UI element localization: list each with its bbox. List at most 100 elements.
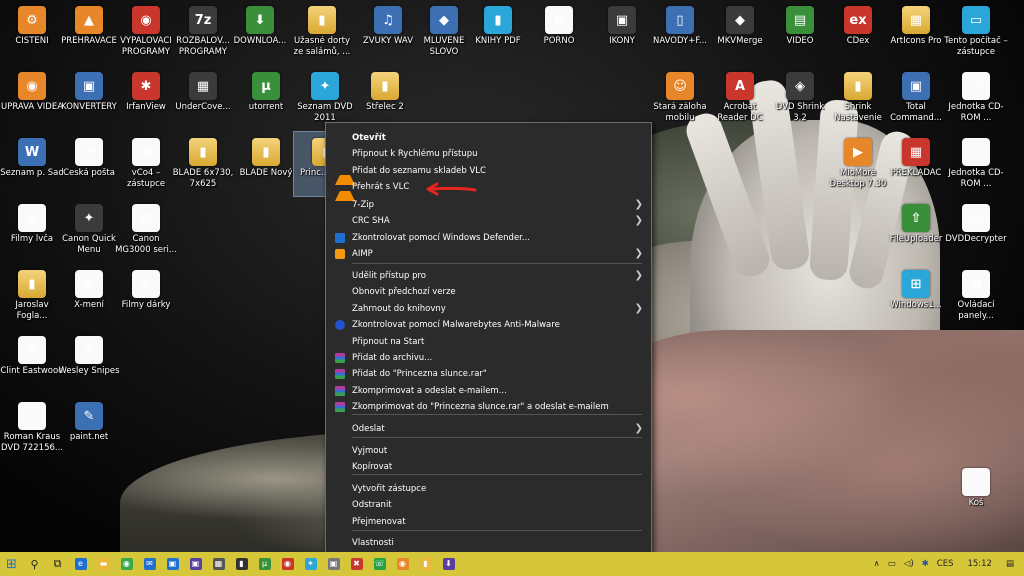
taskbar-app-calculator[interactable]: ▦ <box>207 552 230 576</box>
context-menu-item[interactable]: Zkontrolovat pomocí Malwarebytes Anti-Ma… <box>326 317 651 333</box>
context-menu-item[interactable]: Zkontrolovat pomocí Windows Defender... <box>326 230 651 246</box>
task-view-button[interactable]: ⧉ <box>46 552 69 576</box>
context-menu-item[interactable]: Kopírovat <box>326 459 651 475</box>
desktop-icon[interactable]: ▮ BLADE 6x730, 7x625 <box>171 132 235 196</box>
desktop-icon[interactable]: ≡ Wesley Snipes <box>57 330 121 394</box>
context-menu-item[interactable]: Přehrát s VLC <box>326 179 651 201</box>
taskbar-app-app-dark[interactable]: ▮ <box>230 552 253 576</box>
desktop-icon[interactable]: ◉ VYPALOVACÍ PROGRAMY <box>114 0 178 64</box>
desktop-icon[interactable]: W Seznam p. Sad <box>0 132 64 196</box>
context-menu-item[interactable]: AIMP ❯ <box>326 246 651 262</box>
desktop-icon[interactable]: ≡ X-mení <box>57 264 121 328</box>
desktop-icon[interactable]: ✦ Seznam DVD 2011 <box>293 66 357 130</box>
context-menu-item[interactable]: Přidat do "Princezna slunce.rar" <box>326 366 651 382</box>
desktop-icon[interactable]: ▮ Shrink Nastavenie <box>826 66 890 130</box>
context-menu-item[interactable]: Odstranit <box>326 497 651 513</box>
desktop-icon[interactable]: ⊞ Windows1... <box>884 264 948 328</box>
taskbar-app-whatsapp[interactable]: ☏ <box>368 552 391 576</box>
desktop-icon[interactable]: ≡ Clint Eastwood <box>0 330 64 394</box>
desktop-icon[interactable]: ▣ IKONY <box>590 0 654 64</box>
desktop-icon[interactable]: ▤ Canon MG3000 seri... <box>114 198 178 262</box>
desktop-icon[interactable]: ▦ PORNO <box>527 0 591 64</box>
desktop-icon[interactable]: ▦ UnderCove... <box>171 66 235 130</box>
context-menu-item[interactable]: Vytvořit zástupce <box>326 481 651 497</box>
context-menu-item[interactable]: Přidat do archivu... <box>326 350 651 366</box>
taskbar-app-chrome[interactable]: ◉ <box>115 552 138 576</box>
clock[interactable]: 15:12 <box>967 559 992 569</box>
desktop-icon[interactable]: 7z ROZBALOV... PROGRAMY <box>171 0 235 64</box>
desktop-icon[interactable]: ⚙ ČIŠTĚNÍ <box>0 0 64 64</box>
context-menu-item[interactable]: Přidat do seznamu skladeb VLC <box>326 163 651 185</box>
network-icon[interactable]: ▭ <box>888 559 896 569</box>
language-indicator[interactable]: CES <box>937 559 954 569</box>
context-menu-item[interactable]: Otevřít <box>326 130 651 146</box>
taskbar-app-app-red[interactable]: ◉ <box>276 552 299 576</box>
context-menu-item[interactable]: Odeslat ❯ <box>326 421 651 437</box>
context-menu-item[interactable]: CRC SHA ❯ <box>326 213 651 229</box>
desktop-icon[interactable]: ✦ Canon Quick Menu <box>57 198 121 262</box>
context-menu-item[interactable]: 7-Zip ❯ <box>326 197 651 213</box>
taskbar-app-seznam[interactable]: ✦ <box>299 552 322 576</box>
desktop-icon[interactable]: ▦ ArtIcons Pro <box>884 0 948 64</box>
desktop-icon[interactable]: ▶ MioMore Desktop 7.30 <box>826 132 890 196</box>
desktop-icon[interactable]: ex CDex <box>826 0 890 64</box>
desktop-icon[interactable]: ◎ Jednotka CD-ROM ... <box>944 132 1008 196</box>
taskbar-app-download[interactable]: ⬇ <box>437 552 460 576</box>
desktop-icon[interactable]: ▮ Jaroslav Fogla... <box>0 264 64 328</box>
desktop-icon[interactable]: ⬇ DOWNLOA... <box>228 0 292 64</box>
taskbar-app-store[interactable]: ▣ <box>161 552 184 576</box>
context-menu-item[interactable]: Vyjmout <box>326 443 651 459</box>
desktop-icon[interactable]: ♲ Koš <box>944 462 1008 526</box>
desktop-icon[interactable]: ◎ DVDDecrypter <box>944 198 1008 262</box>
desktop-icon[interactable]: ▣ Total Command... <box>884 66 948 130</box>
desktop-icon[interactable]: µ utorrent <box>234 66 298 130</box>
context-menu-item[interactable]: Zkomprimovat a odeslat e-mailem... <box>326 383 651 399</box>
context-menu-item[interactable]: Připnout na Start <box>326 334 651 350</box>
context-menu-item[interactable]: Udělit přístup pro ❯ <box>326 268 651 284</box>
taskbar-app-edge[interactable]: e <box>69 552 92 576</box>
desktop-icon[interactable]: ▭ Tento počítač – zástupce <box>944 0 1008 64</box>
desktop-icon[interactable]: ▮ Střelec 2 <box>353 66 417 130</box>
taskbar-app-app-orange[interactable]: ◉ <box>391 552 414 576</box>
desktop-icon[interactable]: ◆ MKVMerge <box>708 0 772 64</box>
desktop-icon[interactable]: ◈ DVD Shrink 3.2 <box>768 66 832 130</box>
desktop-icon[interactable]: ▦ PŘEKLADAČ <box>884 132 948 196</box>
desktop-icon[interactable]: ≡ Roman Kraus DVD 722156... <box>0 396 64 460</box>
search-button[interactable]: ⚲ <box>23 552 46 576</box>
context-menu-item[interactable]: Vlastnosti <box>326 535 651 551</box>
taskbar-app-explorer[interactable]: ▬ <box>92 552 115 576</box>
desktop-icon[interactable]: ≡ Filmy lvča <box>0 198 64 262</box>
taskbar-app-app-purple[interactable]: ▣ <box>184 552 207 576</box>
desktop-icon[interactable]: ☺ Stará záloha mobilu <box>648 66 712 130</box>
desktop-icon[interactable]: ♫ ZVUKY WAV <box>356 0 420 64</box>
desktop-icon[interactable]: ⇧ FileUploader <box>884 198 948 262</box>
desktop-icon[interactable]: ✱ IrfanView <box>114 66 178 130</box>
start-button[interactable]: ⊞ <box>0 552 23 576</box>
desktop-icon[interactable]: ▣ KONVERTERY <box>57 66 121 130</box>
desktop-icon[interactable]: ≡ Česká pošta <box>57 132 121 196</box>
desktop-icon[interactable]: ▲ PŘEHRÁVAČE <box>57 0 121 64</box>
desktop-icon[interactable]: ◎ Jednotka CD-ROM ... <box>944 66 1008 130</box>
desktop-icon[interactable]: ▮ Úžasné dorty ze salámů, ... <box>290 0 354 64</box>
context-menu-item[interactable]: Zahrnout do knihovny ❯ <box>326 301 651 317</box>
desktop-icon[interactable]: ▮ BLADE Nový <box>234 132 298 196</box>
desktop-icon[interactable]: ▯ NÁVODY+F... <box>648 0 712 64</box>
context-menu-item[interactable]: Zkomprimovat do "Princezna slunce.rar" a… <box>326 399 651 415</box>
notification-icon[interactable]: ▤ <box>1006 559 1014 569</box>
desktop-icon[interactable]: ≡ Filmy dárky <box>114 264 178 328</box>
desktop-icon[interactable]: ◉ ÚPRAVA VIDEA <box>0 66 64 130</box>
taskbar-app-app-folder[interactable]: ▮ <box>414 552 437 576</box>
desktop-icon[interactable]: ▦ Ovládací panely... <box>944 264 1008 328</box>
desktop-icon[interactable]: ▤ VIDEO <box>768 0 832 64</box>
context-menu-item[interactable]: Obnovit předchozí verze <box>326 284 651 300</box>
desktop-icon[interactable]: ✎ paint.net <box>57 396 121 460</box>
taskbar-app-app-x[interactable]: ✖ <box>345 552 368 576</box>
desktop-icon[interactable]: A Acrobat Reader DC <box>708 66 772 130</box>
desktop-icon[interactable]: ▮ KNIHY PDF <box>466 0 530 64</box>
context-menu-item[interactable]: Připnout k Rychlému přístupu <box>326 146 651 162</box>
tray-chevron-icon[interactable]: ∧ <box>874 559 880 569</box>
bluetooth-icon[interactable]: ✱ <box>922 559 929 569</box>
desktop-icon[interactable]: ≡ vCo4 – zástupce <box>114 132 178 196</box>
taskbar-app-app-gray[interactable]: ▣ <box>322 552 345 576</box>
volume-icon[interactable]: ◁) <box>904 559 914 569</box>
